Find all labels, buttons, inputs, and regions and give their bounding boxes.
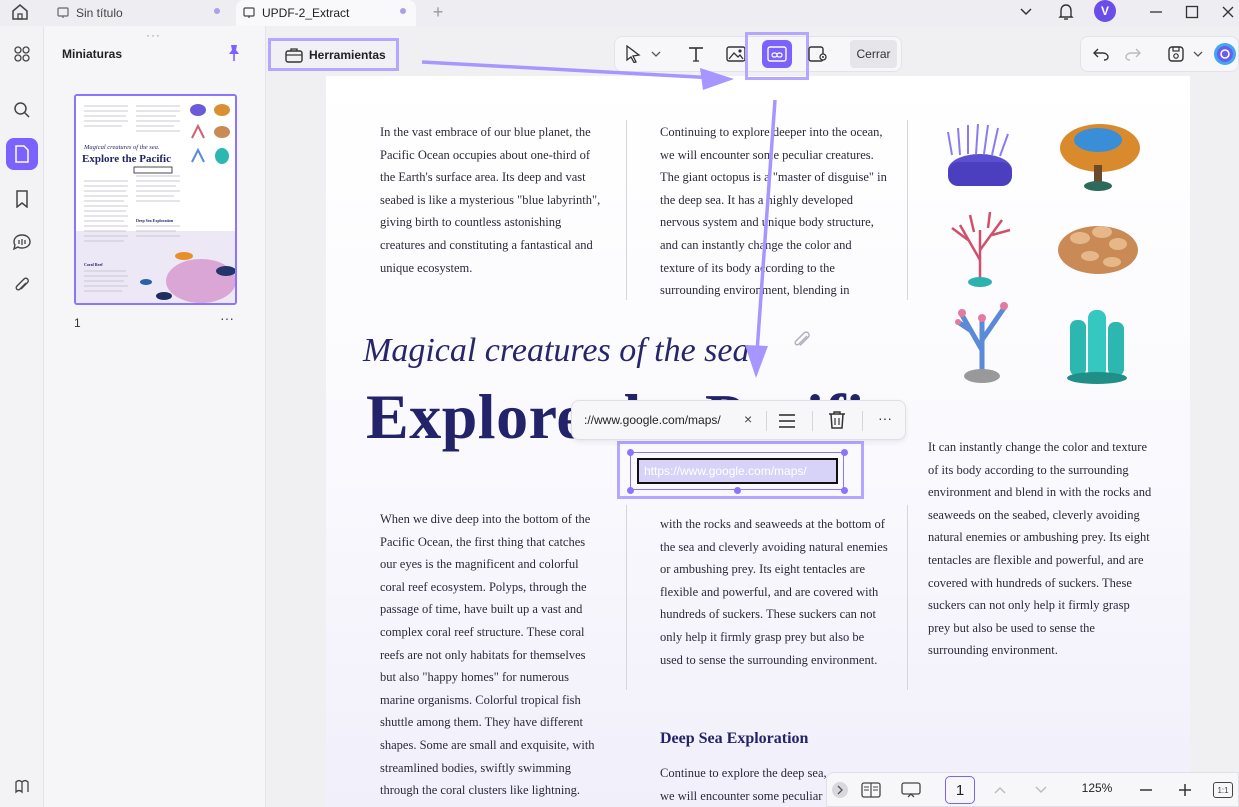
- paperclip-icon[interactable]: [790, 328, 814, 352]
- panel-drag-handle[interactable]: ···: [146, 28, 161, 42]
- previous-page-icon[interactable]: [989, 780, 1011, 800]
- paragraph-col2-bottom[interactable]: with the rocks and seaweeds at the botto…: [660, 513, 888, 671]
- redo-icon[interactable]: [1118, 40, 1148, 68]
- paragraph-col1-bottom[interactable]: When we dive deep into the bottom of the…: [380, 508, 602, 802]
- coral-image-grid[interactable]: [930, 110, 1150, 395]
- select-cursor-icon[interactable]: [620, 40, 646, 68]
- search-icon[interactable]: [6, 94, 38, 126]
- thumb-deep-heading: Deep Sea Exploration: [136, 218, 174, 223]
- minimize-icon[interactable]: [1142, 0, 1170, 24]
- tab-bar: Sin título UPDF-2_Extract + V: [0, 0, 1239, 26]
- grid-icon[interactable]: [6, 38, 38, 70]
- close-window-icon[interactable]: [1214, 0, 1239, 24]
- clear-url-button[interactable]: ×: [744, 411, 752, 427]
- thumb-title: Explore the Pacific: [82, 153, 171, 165]
- bottom-navigation-bar: 1 125% 1:1: [826, 772, 1239, 807]
- bookmark-icon[interactable]: [6, 183, 38, 215]
- tab-modified-dot: [214, 8, 220, 14]
- reading-mode-icon[interactable]: [860, 780, 882, 800]
- trash-icon[interactable]: [828, 410, 846, 435]
- divider: [862, 411, 863, 431]
- resize-handle[interactable]: [627, 487, 634, 494]
- toolbox-icon: [285, 47, 303, 63]
- zoom-out-icon[interactable]: [1135, 780, 1157, 800]
- tab-label: UPDF-2_Extract: [262, 6, 350, 20]
- page-thumbnail[interactable]: Magical creatures of the sea. Explore th…: [74, 94, 237, 305]
- paragraph-col1-top[interactable]: In the vast embrace of our blue planet, …: [380, 121, 602, 279]
- home-icon[interactable]: [8, 1, 32, 23]
- undo-icon[interactable]: [1086, 40, 1116, 68]
- thumbnail-more-button[interactable]: ···: [220, 310, 234, 326]
- zoom-level[interactable]: 125%: [1075, 781, 1119, 795]
- paragraph-col3[interactable]: It can instantly change the color and te…: [928, 436, 1154, 662]
- bell-icon[interactable]: [1052, 0, 1080, 24]
- column-divider: [907, 505, 908, 690]
- tab-sin-titulo[interactable]: Sin título: [52, 0, 230, 26]
- close-tools-button[interactable]: Cerrar: [850, 40, 897, 68]
- tools-button-label: Herramientas: [309, 47, 386, 62]
- layers-icon[interactable]: [6, 770, 38, 802]
- left-rail: [0, 26, 44, 807]
- more-options-button[interactable]: ···: [878, 410, 892, 426]
- attachment-icon[interactable]: [6, 270, 38, 302]
- align-icon[interactable]: [778, 411, 796, 436]
- form-tool-icon[interactable]: [803, 40, 833, 68]
- resize-handle[interactable]: [734, 487, 741, 494]
- divider: [812, 411, 813, 431]
- resize-handle[interactable]: [841, 449, 848, 456]
- resize-handle[interactable]: [841, 487, 848, 494]
- tab-label: Sin título: [76, 6, 123, 20]
- presentation-icon[interactable]: [900, 780, 922, 800]
- paragraph-col2-end[interactable]: Continue to explore the deep sea, we wil…: [660, 762, 840, 807]
- document-subtitle[interactable]: Magical creatures of the sea.: [363, 332, 758, 370]
- next-page-icon[interactable]: [1030, 780, 1052, 800]
- chevron-down-icon[interactable]: [1012, 0, 1040, 24]
- tools-button[interactable]: Herramientas: [268, 38, 399, 71]
- actual-size-button[interactable]: 1:1: [1213, 782, 1233, 798]
- column-divider: [626, 505, 627, 690]
- thumb-coral-heading: Coral Reef: [84, 262, 103, 267]
- link-popup-toolbar: ://www.google.com/maps/ × ···: [571, 400, 906, 440]
- comment-icon[interactable]: [6, 226, 38, 258]
- save-icon[interactable]: [1161, 40, 1191, 68]
- tab-modified-dot: [400, 8, 406, 14]
- document-tab-icon: [242, 6, 256, 20]
- pin-icon[interactable]: [226, 44, 242, 62]
- resize-handle[interactable]: [627, 449, 634, 456]
- avatar[interactable]: V: [1094, 0, 1116, 22]
- deep-sea-heading[interactable]: Deep Sea Exploration: [660, 730, 808, 748]
- link-area[interactable]: https://www.google.com/maps/: [637, 458, 838, 484]
- zoom-in-icon[interactable]: [1174, 780, 1196, 800]
- thumbnails-panel: ··· Miniaturas Magical creatures of the …: [44, 26, 266, 807]
- chevron-down-icon[interactable]: [646, 40, 666, 68]
- link-url-field[interactable]: ://www.google.com/maps/: [584, 413, 721, 427]
- thumbnail-page-number: 1: [74, 316, 81, 330]
- page-number-input[interactable]: 1: [945, 776, 975, 804]
- maximize-icon[interactable]: [1178, 0, 1206, 24]
- ai-assistant-icon[interactable]: [1210, 40, 1239, 68]
- divider: [766, 411, 767, 431]
- new-tab-button[interactable]: +: [428, 2, 448, 23]
- column-divider: [907, 120, 908, 300]
- tab-updf-extract[interactable]: UPDF-2_Extract: [236, 0, 416, 26]
- chevron-right-icon[interactable]: [832, 782, 848, 798]
- thumb-subtitle: Magical creatures of the sea.: [83, 144, 160, 151]
- column-divider: [626, 120, 627, 300]
- page-thumbnails-icon[interactable]: [6, 138, 38, 170]
- link-tool-highlight-frame: [745, 32, 809, 80]
- paragraph-col2-top[interactable]: Continuing to explore deeper into the oc…: [660, 121, 888, 301]
- chevron-down-icon[interactable]: [1189, 40, 1207, 68]
- text-tool-icon[interactable]: [681, 40, 711, 68]
- purple-anemone-image: [947, 123, 1012, 186]
- document-tab-icon: [56, 6, 70, 20]
- thumbnails-title: Miniaturas: [62, 47, 123, 61]
